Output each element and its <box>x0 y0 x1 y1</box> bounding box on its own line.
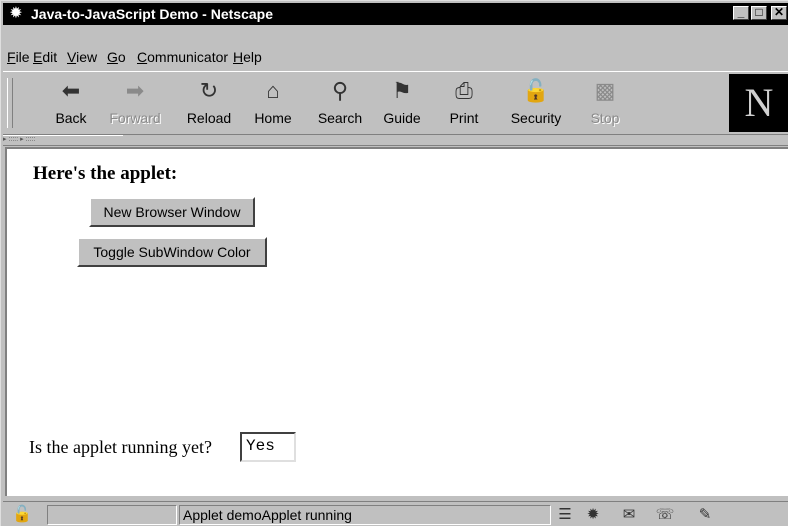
back-arrow-icon: ⬅ <box>61 78 81 103</box>
guide-icon: ⚑ <box>392 78 412 103</box>
menu-bar: File Edit View Go Communicator Help <box>3 45 788 67</box>
menu-edit[interactable]: Edit <box>33 49 57 65</box>
toggle-subwindow-color-button[interactable]: Toggle SubWindow Color <box>77 237 267 267</box>
composer-icon[interactable]: ✎ <box>693 505 717 525</box>
component-bar-grip-icon[interactable]: ☰ <box>553 505 577 525</box>
home-icon: ⌂ <box>266 78 280 103</box>
status-message: Applet demoApplet running <box>183 507 352 523</box>
reload-icon: ↻ <box>199 78 219 103</box>
close-button[interactable]: ✕ <box>771 6 787 20</box>
forward-button[interactable]: ➡ Forward <box>103 76 167 132</box>
print-button[interactable]: ⎙ Print <box>441 76 487 132</box>
page-content: Here's the applet: New Browser Window To… <box>5 147 788 496</box>
guide-button[interactable]: ⚑ Guide <box>377 76 427 132</box>
page-heading: Here's the applet: <box>33 163 178 184</box>
search-button[interactable]: ⚲ Search <box>311 76 369 132</box>
menu-help[interactable]: Help <box>233 49 262 65</box>
stop-button[interactable]: ▩ Stop <box>583 76 627 132</box>
minimize-button[interactable]: _ <box>733 6 749 20</box>
menu-communicator[interactable]: Communicator <box>137 49 228 65</box>
browser-window: ✹ Java-to-JavaScript Demo - Netscape _ □… <box>0 0 788 526</box>
print-icon: ⎙ <box>455 78 473 103</box>
reload-button[interactable]: ↻ Reload <box>181 76 237 132</box>
navigator-icon[interactable]: ✹ <box>581 505 605 525</box>
menu-view[interactable]: View <box>67 49 97 65</box>
netscape-logo[interactable]: N <box>729 74 788 132</box>
mail-icon[interactable]: ✉ <box>617 505 641 525</box>
window-title: Java-to-JavaScript Demo - Netscape <box>31 6 273 22</box>
new-browser-window-button[interactable]: New Browser Window <box>89 197 255 227</box>
netscape-window-icon: ✹ <box>9 5 23 22</box>
home-button[interactable]: ⌂ Home <box>247 76 299 132</box>
collapsed-toolbar-tabs: ▸ ::::: ▸ ::::: <box>3 135 788 146</box>
navigation-toolbar: ⬅ Back ➡ Forward ↻ Reload ⌂ Home ⚲ Searc… <box>3 71 788 135</box>
security-button[interactable]: 🔓 Security <box>501 76 571 132</box>
maximize-button[interactable]: □ <box>751 6 767 20</box>
applet-status-question: Is the applet running yet? <box>29 437 212 457</box>
discussion-icon[interactable]: ☏ <box>653 505 677 525</box>
progress-panel <box>47 505 177 525</box>
toolbar-collapse-tab[interactable]: ▸ ::::: ▸ ::::: <box>3 135 123 144</box>
search-icon: ⚲ <box>331 78 349 103</box>
menu-go[interactable]: Go <box>107 49 126 65</box>
security-lock-icon[interactable]: 🔓 <box>7 505 37 525</box>
security-lock-icon: 🔓 <box>522 78 550 103</box>
toolbar-grip[interactable] <box>7 78 13 128</box>
back-button[interactable]: ⬅ Back <box>43 76 99 132</box>
forward-arrow-icon: ➡ <box>125 78 145 103</box>
status-bar: 🔓 Applet demoApplet running ☰ ✹ ✉ ☏ ✎ <box>3 501 788 528</box>
stop-icon: ▩ <box>594 78 616 103</box>
title-bar: ✹ Java-to-JavaScript Demo - Netscape _ □… <box>3 3 788 25</box>
applet-status-field[interactable]: Yes <box>240 432 296 462</box>
menu-file[interactable]: File <box>7 49 30 65</box>
